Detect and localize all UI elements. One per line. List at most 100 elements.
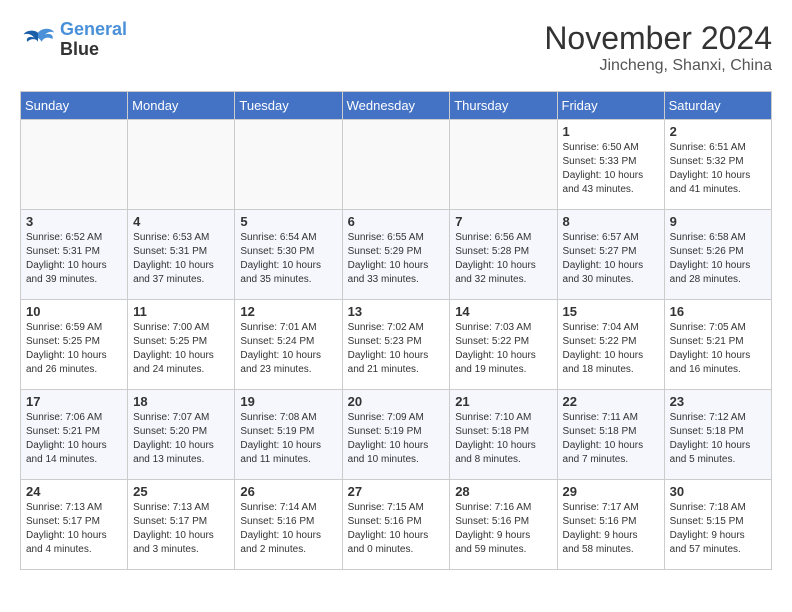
weekday-header: Tuesday: [235, 92, 342, 120]
calendar-cell: [21, 120, 128, 210]
day-info: Sunrise: 6:59 AM Sunset: 5:25 PM Dayligh…: [26, 321, 122, 377]
calendar-cell: 9Sunrise: 6:58 AM Sunset: 5:26 PM Daylig…: [664, 210, 771, 300]
day-number: 13: [348, 304, 445, 319]
day-number: 17: [26, 394, 122, 409]
day-number: 30: [670, 484, 766, 499]
calendar-cell: [128, 120, 235, 210]
weekday-header: Sunday: [21, 92, 128, 120]
day-number: 10: [26, 304, 122, 319]
day-number: 26: [240, 484, 336, 499]
logo: General Blue: [20, 20, 127, 60]
day-number: 23: [670, 394, 766, 409]
day-number: 28: [455, 484, 551, 499]
logo-line1: General: [60, 19, 127, 39]
day-number: 25: [133, 484, 229, 499]
title-area: November 2024 Jincheng, Shanxi, China: [544, 20, 772, 75]
calendar-cell: 23 Sunrise: 7:12 AM Sunset: 5:18 PM Dayli…: [664, 390, 771, 480]
day-number: 27: [348, 484, 445, 499]
day-number: 14: [455, 304, 551, 319]
weekday-header: Friday: [557, 92, 664, 120]
day-info: Sunrise: 7:05 AM Sunset: 5:21 PM Dayligh…: [670, 321, 766, 377]
calendar-week-row: 1 Sunrise: 6:50 AM Sunset: 5:33 PM Daylig…: [21, 120, 772, 210]
calendar-cell: 12Sunrise: 7:01 AM Sunset: 5:24 PM Dayli…: [235, 300, 342, 390]
calendar-cell: 11Sunrise: 7:00 AM Sunset: 5:25 PM Dayli…: [128, 300, 235, 390]
calendar-cell: 25 Sunrise: 7:13 AM Sunset: 5:17 PM Dayli…: [128, 480, 235, 570]
calendar-cell: 17 Sunrise: 7:06 AM Sunset: 5:21 PM Dayli…: [21, 390, 128, 480]
location-title: Jincheng, Shanxi, China: [544, 57, 772, 75]
day-info: Sunrise: 7:09 AM Sunset: 5:19 PM Dayligh…: [348, 411, 445, 467]
calendar-cell: 18Sunrise: 7:07 AM Sunset: 5:20 PM Dayli…: [128, 390, 235, 480]
day-info: Sunrise: 6:54 AM Sunset: 5:30 PM Dayligh…: [240, 231, 336, 287]
calendar-cell: 1 Sunrise: 6:50 AM Sunset: 5:33 PM Daylig…: [557, 120, 664, 210]
day-number: 19: [240, 394, 336, 409]
day-info: Sunrise: 7:04 AM Sunset: 5:22 PM Dayligh…: [563, 321, 659, 377]
day-info: Sunrise: 7:11 AM Sunset: 5:18 PM Dayligh…: [563, 411, 659, 467]
day-number: 4: [133, 214, 229, 229]
day-number: 9: [670, 214, 766, 229]
weekday-header: Saturday: [664, 92, 771, 120]
day-number: 8: [563, 214, 659, 229]
calendar-cell: 7 Sunrise: 6:56 AM Sunset: 5:28 PM Daylig…: [450, 210, 557, 300]
calendar-cell: 8 Sunrise: 6:57 AM Sunset: 5:27 PM Daylig…: [557, 210, 664, 300]
day-info: Sunrise: 7:14 AM Sunset: 5:16 PM Dayligh…: [240, 501, 336, 557]
calendar-cell: 21Sunrise: 7:10 AM Sunset: 5:18 PM Dayli…: [450, 390, 557, 480]
calendar-cell: 14Sunrise: 7:03 AM Sunset: 5:22 PM Dayli…: [450, 300, 557, 390]
calendar-cell: 2 Sunrise: 6:51 AM Sunset: 5:32 PM Daylig…: [664, 120, 771, 210]
calendar-cell: [450, 120, 557, 210]
calendar-cell: 30 Sunrise: 7:18 AM Sunset: 5:15 PM Dayli…: [664, 480, 771, 570]
day-number: 2: [670, 124, 766, 139]
day-info: Sunrise: 6:56 AM Sunset: 5:28 PM Dayligh…: [455, 231, 551, 287]
logo-line2: Blue: [60, 40, 127, 60]
calendar-cell: 3 Sunrise: 6:52 AM Sunset: 5:31 PM Daylig…: [21, 210, 128, 300]
day-info: Sunrise: 7:06 AM Sunset: 5:21 PM Dayligh…: [26, 411, 122, 467]
day-number: 29: [563, 484, 659, 499]
calendar-table: SundayMondayTuesdayWednesdayThursdayFrid…: [20, 91, 772, 570]
calendar-cell: 6Sunrise: 6:55 AM Sunset: 5:29 PM Daylig…: [342, 210, 450, 300]
calendar-cell: 26 Sunrise: 7:14 AM Sunset: 5:16 PM Dayli…: [235, 480, 342, 570]
day-info: Sunrise: 6:57 AM Sunset: 5:27 PM Dayligh…: [563, 231, 659, 287]
day-info: Sunrise: 7:02 AM Sunset: 5:23 PM Dayligh…: [348, 321, 445, 377]
day-info: Sunrise: 7:13 AM Sunset: 5:17 PM Dayligh…: [133, 501, 229, 557]
calendar-cell: 22 Sunrise: 7:11 AM Sunset: 5:18 PM Dayli…: [557, 390, 664, 480]
calendar-cell: [235, 120, 342, 210]
day-info: Sunrise: 6:53 AM Sunset: 5:31 PM Dayligh…: [133, 231, 229, 287]
day-info: Sunrise: 7:15 AM Sunset: 5:16 PM Dayligh…: [348, 501, 445, 557]
day-number: 22: [563, 394, 659, 409]
calendar-header-row: SundayMondayTuesdayWednesdayThursdayFrid…: [21, 92, 772, 120]
day-info: Sunrise: 6:52 AM Sunset: 5:31 PM Dayligh…: [26, 231, 122, 287]
day-info: Sunrise: 7:18 AM Sunset: 5:15 PM Dayligh…: [670, 501, 766, 557]
day-number: 24: [26, 484, 122, 499]
day-info: Sunrise: 7:12 AM Sunset: 5:18 PM Dayligh…: [670, 411, 766, 467]
day-number: 1: [563, 124, 659, 139]
logo-text: General Blue: [60, 20, 127, 60]
calendar-week-row: 10 Sunrise: 6:59 AM Sunset: 5:25 PM Dayli…: [21, 300, 772, 390]
calendar-cell: 13 Sunrise: 7:02 AM Sunset: 5:23 PM Dayli…: [342, 300, 450, 390]
day-number: 6: [348, 214, 445, 229]
calendar-cell: 28 Sunrise: 7:16 AM Sunset: 5:16 PM Dayli…: [450, 480, 557, 570]
calendar-week-row: 17 Sunrise: 7:06 AM Sunset: 5:21 PM Dayli…: [21, 390, 772, 480]
logo-icon: [20, 25, 56, 55]
day-info: Sunrise: 7:16 AM Sunset: 5:16 PM Dayligh…: [455, 501, 551, 557]
day-number: 5: [240, 214, 336, 229]
day-number: 7: [455, 214, 551, 229]
day-info: Sunrise: 6:50 AM Sunset: 5:33 PM Dayligh…: [563, 141, 659, 197]
calendar-week-row: 3 Sunrise: 6:52 AM Sunset: 5:31 PM Daylig…: [21, 210, 772, 300]
day-info: Sunrise: 7:17 AM Sunset: 5:16 PM Dayligh…: [563, 501, 659, 557]
day-info: Sunrise: 7:10 AM Sunset: 5:18 PM Dayligh…: [455, 411, 551, 467]
day-number: 3: [26, 214, 122, 229]
calendar-cell: 20 Sunrise: 7:09 AM Sunset: 5:19 PM Dayli…: [342, 390, 450, 480]
day-info: Sunrise: 7:08 AM Sunset: 5:19 PM Dayligh…: [240, 411, 336, 467]
day-number: 11: [133, 304, 229, 319]
weekday-header: Wednesday: [342, 92, 450, 120]
calendar-week-row: 24 Sunrise: 7:13 AM Sunset: 5:17 PM Dayli…: [21, 480, 772, 570]
day-number: 20: [348, 394, 445, 409]
calendar-cell: 4 Sunrise: 6:53 AM Sunset: 5:31 PM Daylig…: [128, 210, 235, 300]
calendar-cell: [342, 120, 450, 210]
calendar-cell: 19 Sunrise: 7:08 AM Sunset: 5:19 PM Dayli…: [235, 390, 342, 480]
day-info: Sunrise: 7:13 AM Sunset: 5:17 PM Dayligh…: [26, 501, 122, 557]
weekday-header: Monday: [128, 92, 235, 120]
calendar-cell: 15Sunrise: 7:04 AM Sunset: 5:22 PM Dayli…: [557, 300, 664, 390]
day-number: 18: [133, 394, 229, 409]
day-info: Sunrise: 6:51 AM Sunset: 5:32 PM Dayligh…: [670, 141, 766, 197]
weekday-header: Thursday: [450, 92, 557, 120]
